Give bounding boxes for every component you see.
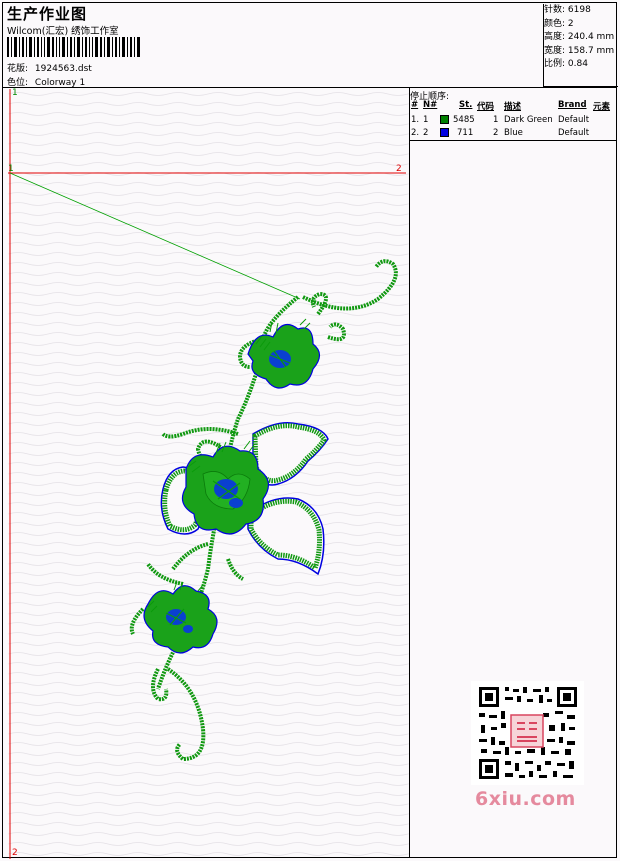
embroidery-design-canvas bbox=[8, 89, 409, 859]
stat-height: 高度: 240.4 mm bbox=[544, 32, 615, 42]
marker-hline-left-1: 1 bbox=[8, 164, 14, 174]
design-file-row: 花版: 1924563.dst bbox=[7, 61, 92, 74]
col-index: # bbox=[411, 100, 419, 110]
table-row: 2. 2 711 2 Blue Default bbox=[411, 128, 590, 138]
marker-top-left-1: 1 bbox=[12, 88, 18, 98]
marker-hline-right-2: 2 bbox=[396, 164, 402, 174]
stat-colors: 颜色: 2 bbox=[544, 18, 574, 29]
barcode-image bbox=[7, 37, 140, 57]
color-swatch-green bbox=[440, 115, 449, 124]
table-header: # N# St. 代码 描述 Brand 元素 bbox=[410, 100, 616, 112]
table-row: 1. 1 5485 1 Dark Green Default bbox=[411, 115, 590, 125]
col-element: 元素 bbox=[593, 102, 611, 112]
header-divider bbox=[2, 87, 617, 88]
col-code: 代码 bbox=[477, 102, 495, 112]
company-name: Wilcom(汇宏) 绣饰工作室 bbox=[7, 26, 119, 37]
qr-code-watermark bbox=[471, 681, 584, 785]
seal-icon bbox=[510, 714, 544, 748]
stats-box: 针数: 6198 颜色: 2 高度: 240.4 mm 宽度: 158.7 mm… bbox=[543, 4, 618, 87]
table-bottom-divider bbox=[409, 140, 617, 141]
watermark-text: 6xiu.com bbox=[475, 788, 576, 810]
page-title: 生产作业图 bbox=[7, 5, 88, 23]
color-swatch-blue bbox=[440, 128, 449, 137]
col-brand: Brand bbox=[558, 100, 587, 110]
stat-scale: 比例: 0.84 bbox=[544, 59, 588, 69]
stat-width: 宽度: 158.7 mm bbox=[544, 45, 615, 56]
panel-divider bbox=[409, 87, 410, 858]
marker-bottom-left-2: 2 bbox=[12, 848, 18, 858]
design-file-value: 1924563.dst bbox=[34, 64, 92, 74]
stat-stitches: 针数: 6198 bbox=[544, 5, 591, 15]
col-description: 描述 bbox=[504, 102, 522, 112]
design-file-label: 花版: bbox=[7, 64, 29, 74]
flower-center bbox=[181, 445, 269, 535]
col-number: N# bbox=[423, 100, 438, 110]
col-stitches: St. bbox=[459, 100, 473, 110]
